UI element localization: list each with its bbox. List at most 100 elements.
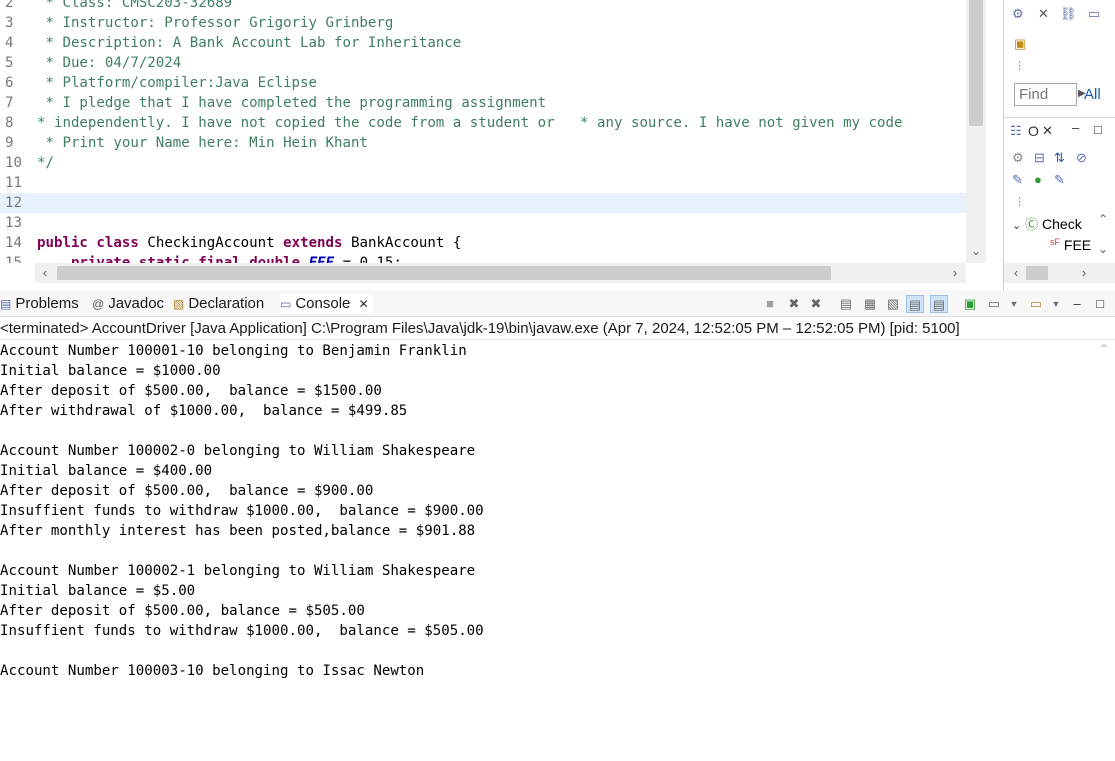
code-line[interactable]: 11	[0, 173, 966, 193]
code-line[interactable]: 9 * Print your Name here: Min Hein Khant	[0, 133, 966, 153]
class-icon: Ⓒ	[1025, 217, 1039, 232]
outline-tree-item[interactable]: sF FEE	[1050, 237, 1091, 253]
tab-declaration[interactable]: ▧ Declaration	[173, 294, 264, 314]
code-line[interactable]: 12	[0, 193, 966, 213]
show-console-stdout-icon[interactable]: ▤	[906, 295, 924, 313]
outline-horizontal-scroll-thumb[interactable]	[1026, 266, 1048, 280]
scroll-right-arrow-icon[interactable]: ›	[1074, 263, 1094, 283]
code-token: */	[37, 155, 54, 171]
close-icon[interactable]: ✕	[359, 297, 369, 311]
code-token: BankAccount {	[342, 235, 462, 251]
console-output-line: After monthly interest has been posted,b…	[0, 523, 476, 539]
code-token: * I pledge that I have completed the pro…	[37, 95, 547, 111]
scroll-lock-icon[interactable]: ▦	[861, 295, 879, 313]
editor-vertical-scrollbar[interactable]	[966, 0, 986, 263]
outline-tree-item[interactable]: ⌄ Ⓒ Check	[1012, 214, 1082, 233]
scroll-down-arrow-icon[interactable]: ⌄	[1098, 242, 1108, 256]
line-number: 4	[5, 35, 14, 51]
editor-vertical-scroll-thumb[interactable]	[969, 0, 983, 126]
line-number: 5	[5, 55, 14, 71]
find-input[interactable]	[1014, 83, 1077, 106]
scroll-left-arrow-icon[interactable]: ‹	[35, 263, 55, 283]
line-number: 2	[5, 0, 14, 11]
code-token: * Class: CMSC203-32689	[37, 0, 233, 11]
javadoc-icon: @	[92, 297, 105, 311]
console-output-line: Initial balance = $5.00	[0, 583, 196, 599]
line-number: 10	[5, 155, 22, 171]
collapse-icon[interactable]: ✕	[1038, 6, 1049, 22]
code-token: CheckingAccount	[138, 235, 284, 251]
clear-console-icon[interactable]: ▤	[837, 295, 855, 313]
minimize-icon[interactable]: ‒	[1072, 120, 1079, 136]
outline-horizontal-scrollbar[interactable]: ‹ ›	[1004, 263, 1115, 283]
console-output[interactable]: Account Number 100001-10 belonging to Be…	[0, 340, 1095, 761]
hide-nonpublic-icon[interactable]: ✎	[1054, 172, 1065, 188]
code-line[interactable]: 15 private static final double FEE = 0.1…	[0, 253, 966, 263]
code-line[interactable]: 2 * Class: CMSC203-32689	[0, 0, 966, 13]
tab-problems[interactable]: ▤ Problems	[0, 294, 79, 314]
code-token: = 0.15;	[334, 255, 402, 263]
minimize-icon[interactable]: ‒	[1068, 295, 1086, 313]
console-vertical-scrollbar[interactable]: ⌃	[1095, 340, 1115, 761]
console-output-line: Insuffient funds to withdraw $1000.00, b…	[0, 503, 484, 519]
outline-icon[interactable]: ☷	[1010, 123, 1022, 139]
declaration-icon: ▧	[173, 297, 185, 311]
editor-horizontal-scrollbar[interactable]: ‹ ›	[35, 263, 966, 283]
console-output-line: Initial balance = $400.00	[0, 463, 213, 479]
hierarchy-icon[interactable]: ⛓	[1060, 6, 1077, 22]
code-line[interactable]: 6 * Platform/compiler:Java Eclipse	[0, 73, 966, 93]
terminate-icon[interactable]: ■	[761, 295, 779, 313]
line-number: 6	[5, 75, 14, 91]
console-output-line: Account Number 100002-1 belonging to Wil…	[0, 563, 476, 579]
code-line[interactable]: 7 * I pledge that I have completed the p…	[0, 93, 966, 113]
remove-launch-icon[interactable]: ✖	[785, 295, 803, 313]
hide-static-icon[interactable]: ✎	[1012, 172, 1023, 188]
outline-tab-bar: ☷ O ✕ ‒ □	[1004, 117, 1115, 143]
view-menu-icon[interactable]: ▭	[1088, 6, 1100, 22]
public-dot-icon[interactable]: ●	[1034, 172, 1042, 188]
code-line[interactable]: 8 * independently. I have not copied the …	[0, 113, 966, 133]
line-number: 12	[5, 195, 22, 211]
line-text: public class CheckingAccount extends Ban…	[37, 233, 461, 253]
pin-console-icon[interactable]: ▣	[961, 295, 979, 313]
code-line[interactable]: 13	[0, 213, 966, 233]
chevron-down-icon[interactable]: ▼	[1005, 295, 1023, 313]
word-wrap-icon[interactable]: ▧	[884, 295, 902, 313]
remove-all-terminated-icon[interactable]: ✖	[807, 295, 825, 313]
maximize-icon[interactable]: □	[1091, 295, 1109, 313]
editor-horizontal-scroll-thumb[interactable]	[57, 266, 831, 280]
collapse-all-icon[interactable]: ⊟	[1034, 150, 1045, 166]
code-line[interactable]: 10 */	[0, 153, 966, 173]
filter-icon[interactable]: ⚙	[1012, 150, 1024, 166]
scroll-left-arrow-icon[interactable]: ‹	[1006, 263, 1026, 283]
scroll-down-arrow-icon[interactable]: ⌄	[966, 241, 986, 261]
code-text-area[interactable]: 2 * Class: CMSC203-32689 3 * Instructor: …	[0, 0, 966, 263]
maximize-icon[interactable]: □	[1094, 122, 1102, 138]
code-editor[interactable]: 2 * Class: CMSC203-32689 3 * Instructor: …	[0, 0, 1003, 285]
close-icon[interactable]: ✕	[1042, 123, 1053, 139]
display-selected-console-icon[interactable]: ▭	[985, 295, 1003, 313]
code-line[interactable]: 4 * Description: A Bank Account Lab for …	[0, 33, 966, 53]
outline-tab-label[interactable]: O	[1028, 123, 1039, 139]
code-line[interactable]: 3 * Instructor: Professor Grigoriy Grinb…	[0, 13, 966, 33]
show-console-stderr-icon[interactable]: ▤	[930, 295, 948, 313]
scroll-up-arrow-icon[interactable]: ⌃	[1099, 342, 1109, 356]
code-token: public	[37, 235, 88, 251]
line-number: 15	[5, 255, 22, 263]
hide-fields-icon[interactable]: ⊘	[1076, 150, 1087, 166]
code-line[interactable]: 5 * Due: 04/7/2024	[0, 53, 966, 73]
tab-javadoc[interactable]: @ Javadoc	[92, 294, 164, 314]
all-link[interactable]: All	[1084, 86, 1101, 103]
chevron-down-icon[interactable]: ⌄	[1012, 220, 1021, 232]
tab-console[interactable]: ▭ Console ✕	[280, 294, 373, 314]
scroll-up-arrow-icon[interactable]: ⌃	[1098, 212, 1108, 226]
line-text: * independently. I have not copied the c…	[37, 113, 903, 133]
group-icon[interactable]: ⚙	[1012, 6, 1024, 22]
chevron-down-icon[interactable]: ▼	[1047, 295, 1065, 313]
scroll-right-arrow-icon[interactable]: ›	[945, 263, 965, 283]
sort-icon[interactable]: ⇅	[1054, 150, 1065, 166]
task-icon[interactable]: ▣	[1014, 36, 1026, 52]
open-console-icon[interactable]: ▭	[1027, 295, 1045, 313]
code-line[interactable]: 14 public class CheckingAccount extends B…	[0, 233, 966, 253]
